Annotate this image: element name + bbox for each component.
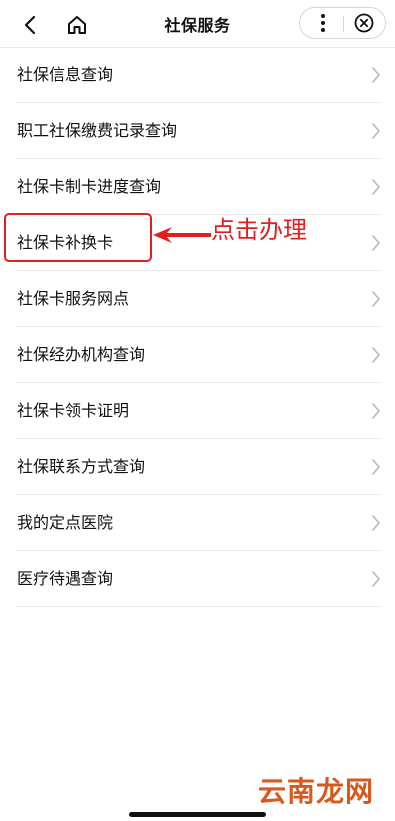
chevron-right-icon [372,571,380,587]
mini-program-capsule [299,7,386,39]
menu-item-designated-hospital[interactable]: 我的定点医院 [0,495,395,551]
menu-item-contact-query[interactable]: 社保联系方式查询 [0,439,395,495]
menu-item-label: 社保卡服务网点 [17,289,130,308]
chevron-right-icon [372,123,380,139]
annotation-arrow-icon [153,227,211,243]
service-menu-list: 社保信息查询 职工社保缴费记录查询 社保卡制卡进度查询 社保卡补换卡 社保卡服务… [0,47,395,607]
menu-item-payment-records[interactable]: 职工社保缴费记录查询 [0,103,395,159]
top-navbar: 社保服务 [0,0,395,48]
annotation-highlight-box [4,213,152,262]
menu-item-label: 社保经办机构查询 [17,345,146,364]
chevron-right-icon [372,291,380,307]
menu-item-card-progress[interactable]: 社保卡制卡进度查询 [0,159,395,215]
chevron-right-icon [372,347,380,363]
watermark: 云南龙网 [258,775,375,808]
close-button[interactable] [346,9,382,37]
more-button[interactable] [306,9,340,37]
chevron-right-icon [372,515,380,531]
home-indicator[interactable] [129,812,266,817]
chevron-right-icon [372,67,380,83]
chevron-right-icon [372,403,380,419]
more-vertical-icon [321,14,325,32]
menu-item-card-collection-proof[interactable]: 社保卡领卡证明 [0,383,395,439]
menu-item-label: 社保卡制卡进度查询 [17,177,162,196]
annotation-text: 点击办理 [211,216,307,244]
menu-item-label: 社保联系方式查询 [17,457,146,476]
chevron-right-icon [372,235,380,251]
menu-item-label: 我的定点医院 [17,513,114,532]
menu-item-label: 社保卡领卡证明 [17,401,130,420]
close-circle-icon [354,13,374,33]
menu-item-label: 医疗待遇查询 [17,569,114,588]
menu-item-label: 职工社保缴费记录查询 [17,121,178,140]
menu-item-label: 社保信息查询 [17,65,114,84]
menu-item-social-security-info[interactable]: 社保信息查询 [0,47,395,103]
capsule-divider [343,16,344,32]
chevron-right-icon [372,179,380,195]
chevron-right-icon [372,459,380,475]
menu-item-agency-query[interactable]: 社保经办机构查询 [0,327,395,383]
menu-item-medical-benefits[interactable]: 医疗待遇查询 [0,551,395,607]
menu-item-service-outlets[interactable]: 社保卡服务网点 [0,271,395,327]
